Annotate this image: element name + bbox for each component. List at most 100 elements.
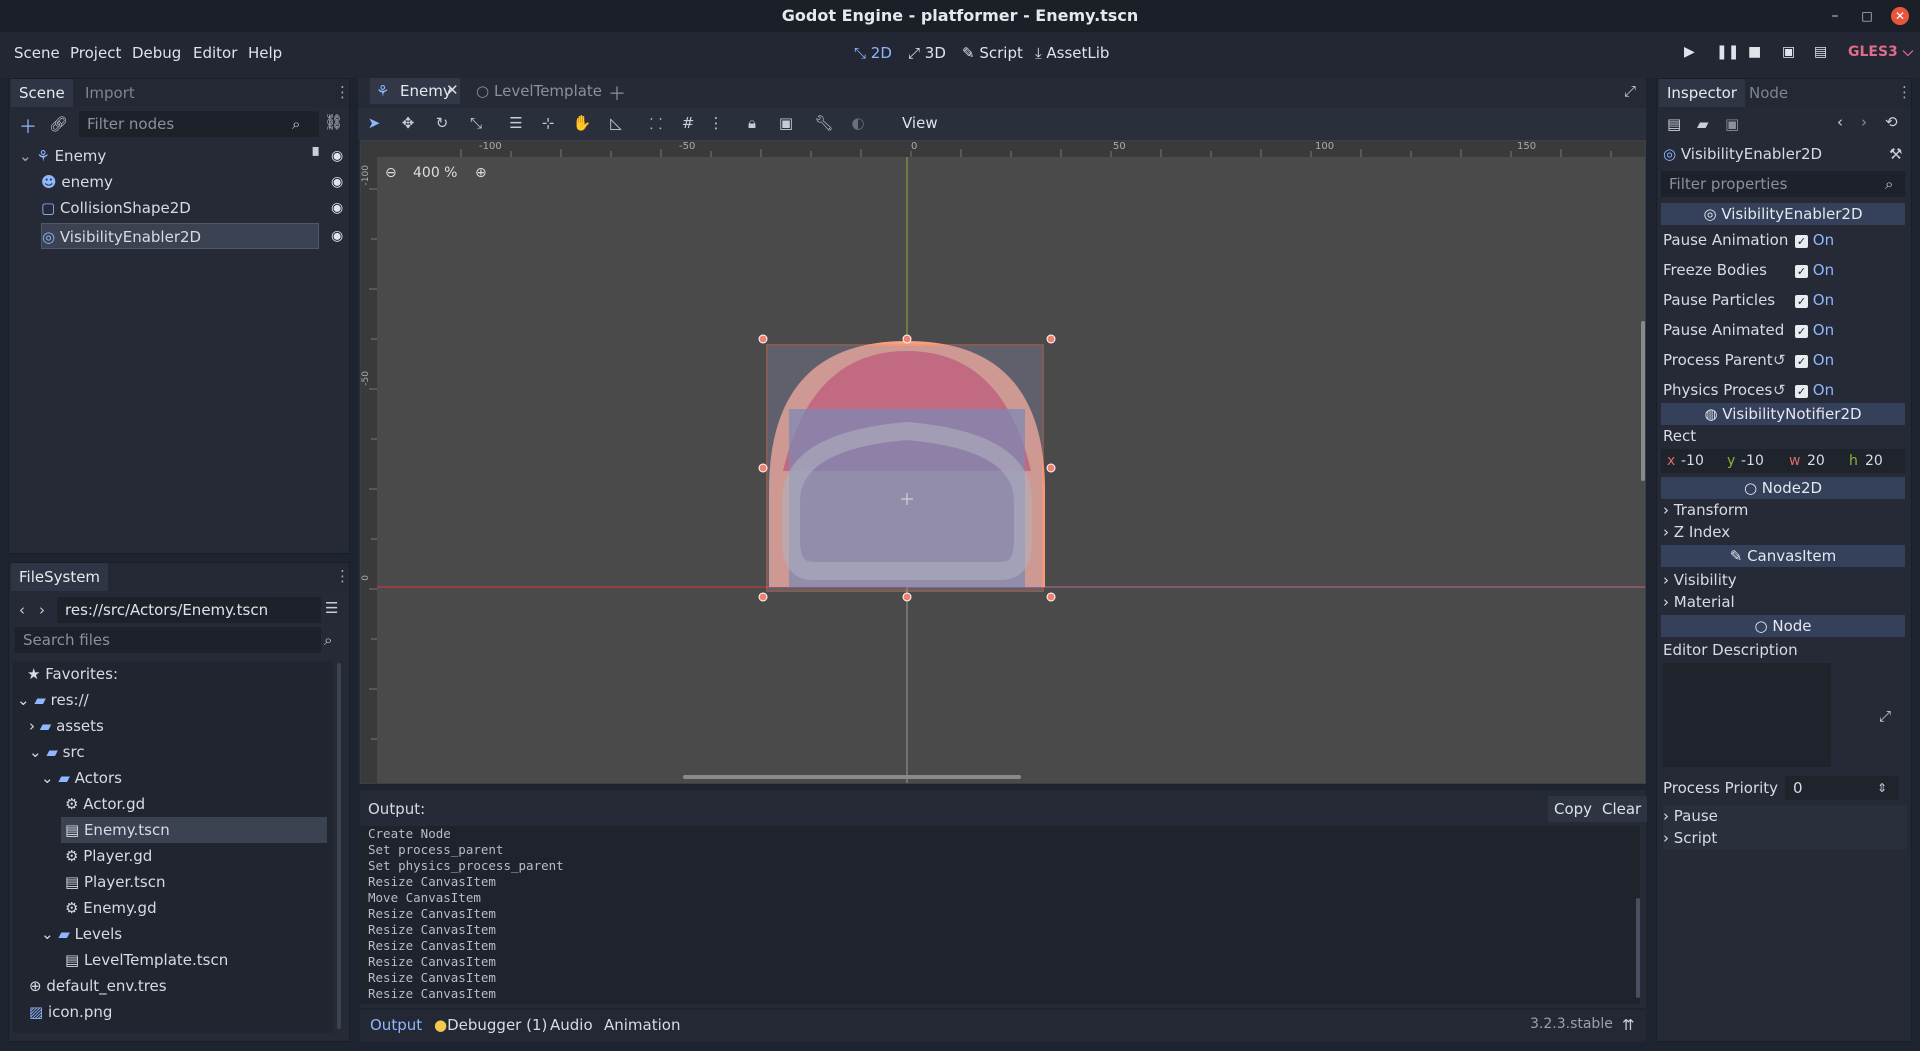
script-attached-icon[interactable]: ▝ — [307, 143, 319, 169]
add-tab-icon[interactable]: ＋ — [608, 80, 626, 106]
snap-options-icon[interactable]: ⋮ — [706, 114, 726, 132]
filter-nodes-input[interactable]: Filter nodes — [79, 111, 319, 137]
open-folder-icon[interactable]: ▰ — [1697, 115, 1709, 133]
rect-y-value[interactable]: -10 — [1741, 449, 1764, 473]
file-actor-gd[interactable]: ⚙ Actor.gd — [65, 791, 145, 817]
visibility-eye-icon[interactable]: ◉ — [331, 169, 343, 195]
file-enemy-tscn[interactable]: ▤ Enemy.tscn — [61, 817, 327, 843]
close-tab-icon[interactable]: ✕ — [446, 81, 459, 99]
output-log[interactable]: Create Node Set process_parent Set physi… — [360, 826, 1640, 1004]
zoom-in-icon[interactable]: ⊕ — [475, 165, 487, 181]
revert-icon[interactable]: ↺ — [1773, 345, 1786, 375]
menu-help[interactable]: Help — [248, 44, 282, 62]
visibility-eye-icon[interactable]: ◉ — [331, 143, 343, 169]
add-node-icon[interactable]: ＋ — [19, 113, 37, 139]
prop-physics-process-parent[interactable]: Physics Proces ↺ ✓ On — [1663, 375, 1907, 405]
workspace-assetlib-button[interactable]: ⤓ AssetLib — [1035, 44, 1109, 62]
file-player-tscn[interactable]: ▤ Player.tscn — [65, 869, 165, 895]
instance-scene-icon[interactable]: ⛓ — [324, 113, 343, 131]
pivot-tool-icon[interactable]: ⊹ — [538, 114, 558, 132]
process-priority-spinbox[interactable]: 0 ⇕ — [1785, 776, 1899, 800]
checkbox-checked[interactable]: ✓ — [1795, 325, 1808, 338]
canvas-viewport[interactable]: -100 -50 0 50 100 150 -100 -50 0 ⊖ 400 %… — [360, 140, 1646, 784]
expand-icon[interactable]: ⤢ — [1879, 707, 1891, 725]
split-mode-icon[interactable]: ☰ — [325, 599, 338, 617]
grid-snap-icon[interactable]: # — [678, 114, 698, 132]
zoom-out-icon[interactable]: ⊖ — [385, 165, 397, 181]
visibility-eye-icon[interactable]: ◉ — [331, 195, 343, 221]
folder-actors[interactable]: ⌄ ▰ Actors — [41, 765, 122, 791]
tree-node-enemy-root[interactable]: ⌄ ⚘ Enemy ▝ ◉ — [19, 143, 349, 169]
rect-x-value[interactable]: -10 — [1681, 449, 1704, 473]
history-back-icon[interactable]: ‹ — [1837, 113, 1843, 131]
move-tool-icon[interactable]: ✥ — [398, 114, 418, 132]
tab-audio[interactable]: Audio — [550, 1016, 593, 1034]
checkbox-checked[interactable]: ✓ — [1795, 355, 1808, 368]
checkbox-checked[interactable]: ✓ — [1795, 295, 1808, 308]
revert-icon[interactable]: ↺ — [1773, 375, 1786, 405]
scrollbar[interactable] — [1636, 898, 1640, 998]
path-field[interactable]: res://src/Actors/Enemy.tscn — [57, 597, 321, 623]
prop-freeze-bodies[interactable]: Freeze Bodies ✓ On — [1663, 255, 1907, 285]
tab-scene[interactable]: Scene — [11, 79, 73, 107]
object-path[interactable]: ◎ VisibilityEnabler2D — [1663, 141, 1903, 167]
checkbox-checked[interactable]: ✓ — [1795, 235, 1808, 248]
pan-tool-icon[interactable]: ✋ — [572, 114, 592, 132]
workspace-2d-button[interactable]: ⤡ 2D — [854, 44, 892, 62]
tab-debugger[interactable]: ●Debugger (1) — [434, 1016, 547, 1034]
tree-node-collisionshape[interactable]: ▢ CollisionShape2D ◉ — [41, 195, 349, 221]
maximize-button[interactable]: □ — [1858, 7, 1876, 25]
new-resource-icon[interactable]: ▤ — [1667, 115, 1681, 133]
skeleton-icon[interactable]: 🔧︎ — [814, 114, 834, 132]
group-icon[interactable]: ▣ — [776, 114, 796, 132]
history-forward-icon[interactable]: › — [1861, 113, 1867, 131]
visibility-eye-icon[interactable]: ◉ — [331, 223, 343, 249]
file-leveltemplate-tscn[interactable]: ▤ LevelTemplate.tscn — [65, 947, 228, 973]
pause-icon[interactable]: ❚❚ — [1716, 44, 1739, 60]
tab-import[interactable]: Import — [77, 79, 143, 107]
tab-inspector[interactable]: Inspector — [1659, 79, 1745, 107]
file-enemy-gd[interactable]: ⚙ Enemy.gd — [65, 895, 157, 921]
scale-tool-icon[interactable]: ⤡ — [466, 114, 486, 132]
group-transform[interactable]: › Transform — [1663, 499, 1748, 521]
checkbox-checked[interactable]: ✓ — [1795, 385, 1808, 398]
group-pause[interactable]: › Pause — [1663, 805, 1907, 827]
fullscreen-icon[interactable]: ⤢ — [1624, 82, 1636, 100]
favorites-item[interactable]: ★ Favorites: — [27, 661, 118, 687]
tab-output[interactable]: Output — [370, 1016, 422, 1034]
menu-scene[interactable]: Scene — [14, 44, 60, 62]
folder-assets[interactable]: › ▰ assets — [29, 713, 104, 739]
file-default-env[interactable]: ⊕ default_env.tres — [29, 973, 167, 999]
rect-w-value[interactable]: 20 — [1807, 449, 1825, 473]
prop-pause-particles[interactable]: Pause Particles ✓ On — [1663, 285, 1907, 315]
editor-description-textarea[interactable] — [1663, 663, 1831, 767]
folder-levels[interactable]: ⌄ ▰ Levels — [41, 921, 122, 947]
smart-snap-icon[interactable]: ⸬ — [646, 114, 666, 134]
scrollbar[interactable] — [337, 663, 341, 1029]
dock-menu-icon[interactable]: ⋮ — [335, 83, 350, 101]
tab-animation[interactable]: Animation — [604, 1016, 680, 1034]
prop-pause-animation[interactable]: Pause Animation ✓ On — [1663, 225, 1907, 255]
folder-res[interactable]: ⌄ ▰ res:// — [17, 687, 89, 713]
group-script[interactable]: › Script — [1663, 827, 1907, 849]
tab-leveltemplate[interactable]: ○ LevelTemplate — [472, 78, 602, 104]
select-tool-icon[interactable]: ➤ — [364, 114, 384, 132]
tree-node-enemy-sprite[interactable]: ☻ enemy ◉ — [41, 169, 349, 195]
prop-pause-animated[interactable]: Pause Animated ✓ On — [1663, 315, 1907, 345]
tree-node-visibilityenabler[interactable]: ◎ VisibilityEnabler2D — [41, 223, 319, 249]
rect-field[interactable]: x -10 y -10 w 20 h 20 — [1661, 449, 1905, 473]
prop-process-parent[interactable]: Process Parent ↺ ✓ On — [1663, 345, 1907, 375]
ruler-tool-icon[interactable]: ◺ — [606, 114, 626, 132]
dock-menu-icon[interactable]: ⋮ — [1897, 83, 1912, 101]
play-icon[interactable]: ▶ — [1684, 44, 1695, 60]
view-menu[interactable]: View — [902, 114, 938, 132]
menu-project[interactable]: Project — [70, 44, 121, 62]
minimize-button[interactable]: – — [1826, 7, 1844, 25]
workspace-3d-button[interactable]: ⤢ 3D — [908, 44, 946, 62]
zoom-level[interactable]: 400 % — [413, 165, 457, 181]
lock-icon[interactable]: 🔒︎ — [742, 114, 762, 132]
tab-enemy[interactable]: ⚘ Enemy ✕ — [370, 78, 460, 104]
copy-button[interactable]: Copy — [1548, 796, 1599, 822]
checkbox-checked[interactable]: ✓ — [1795, 265, 1808, 278]
save-icon[interactable]: ▣ — [1725, 115, 1739, 133]
